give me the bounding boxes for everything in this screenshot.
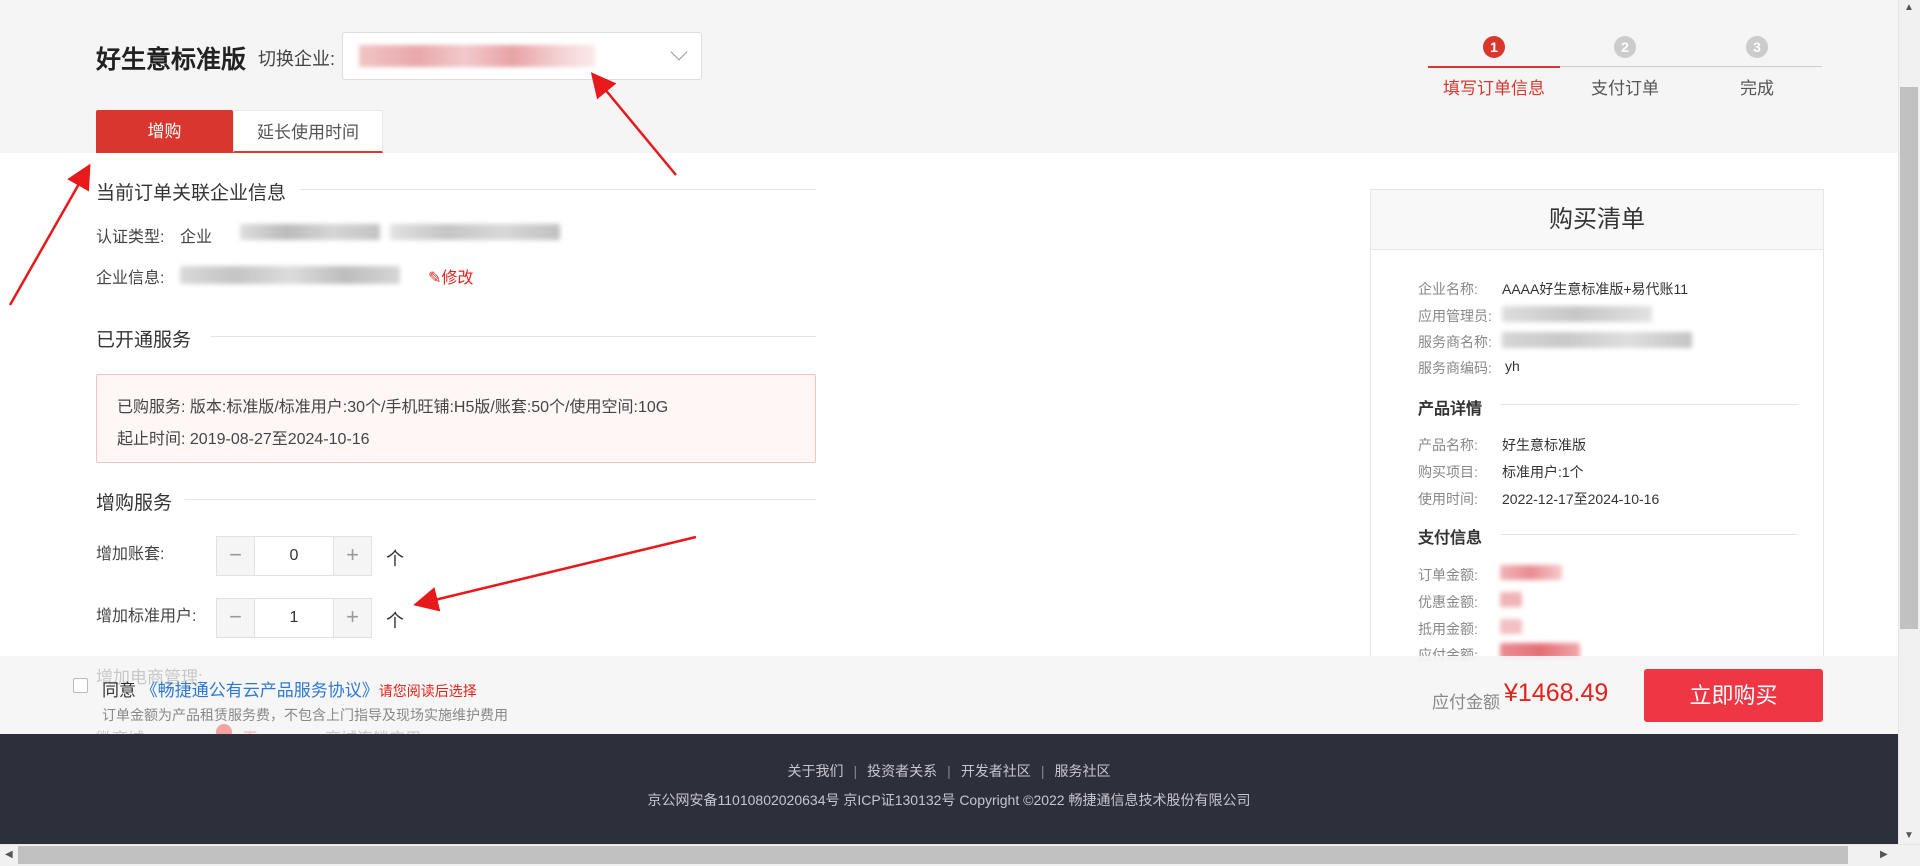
- pencil-icon: ✎: [428, 270, 442, 287]
- addon-label: 增加标准用户:: [96, 608, 197, 625]
- service-period: 起止时间: 2019-08-27至2024-10-16: [117, 431, 370, 448]
- addon-label: 增加账套:: [96, 546, 165, 563]
- step-number: 2: [1614, 36, 1636, 58]
- cart-key: 使用时间:: [1418, 491, 1478, 507]
- plus-button[interactable]: +: [333, 599, 371, 637]
- cart-key: 应用管理员:: [1418, 308, 1492, 324]
- arrow-to-user-stepper: [413, 535, 697, 612]
- payable-amount: ¥1468.49: [1504, 679, 1609, 707]
- purchased-services: 已购服务: 版本:标准版/标准用户:30个/手机旺铺:H5版/账套:50个/使用…: [117, 399, 669, 416]
- cart-key: 企业名称:: [1418, 281, 1478, 297]
- agreement-warning: 请您阅读后选择: [378, 683, 477, 699]
- divider: [300, 189, 816, 190]
- services-box: 已购服务: 版本:标准版/标准用户:30个/手机旺铺:H5版/账套:50个/使用…: [96, 374, 816, 463]
- step-label: 支付订单: [1591, 79, 1659, 98]
- pay-info-title: 支付信息: [1418, 530, 1483, 547]
- edit-link[interactable]: ✎修改: [428, 264, 473, 288]
- redacted-amount: [1500, 592, 1522, 607]
- cart-key: 购买项目:: [1418, 464, 1478, 480]
- company-info-title: 当前订单关联企业信息: [96, 183, 287, 204]
- services-title: 已开通服务: [96, 330, 192, 351]
- step-fill-order: 1 填写订单信息: [1429, 36, 1559, 99]
- company-info-label: 企业信息:: [96, 270, 165, 287]
- agree-checkbox[interactable]: [73, 678, 88, 693]
- step-label: 完成: [1740, 79, 1774, 98]
- payable-label: 应付金额: [1432, 693, 1500, 712]
- auth-type-label: 认证类型:: [96, 229, 165, 246]
- redacted-text: [180, 266, 400, 284]
- divider: [1500, 404, 1798, 405]
- addon-title: 增购服务: [96, 493, 173, 514]
- horizontal-scroll-thumb[interactable]: [18, 846, 1848, 864]
- divider: [185, 499, 816, 500]
- redacted-text: [1502, 306, 1652, 322]
- step-number: 1: [1483, 36, 1505, 58]
- buy-now-button[interactable]: 立即购买: [1644, 669, 1823, 722]
- footer-copyright: 京公网安备11010802020634号 京ICP证130132号 Copyri…: [647, 792, 1251, 808]
- plus-button[interactable]: +: [333, 537, 371, 575]
- scroll-down-icon[interactable]: ▼: [1904, 830, 1914, 841]
- footer: [0, 734, 1898, 844]
- footer-links: 关于我们 | 投资者关系 | 开发者社区 | 服务社区: [787, 763, 1111, 779]
- divider: [1500, 534, 1798, 535]
- unit-label: 个: [386, 611, 404, 631]
- purchase-list-title: 购买清单: [1371, 190, 1823, 250]
- redacted-text: [240, 224, 380, 240]
- minus-button[interactable]: −: [217, 537, 255, 575]
- stepper-value[interactable]: 1: [255, 599, 333, 637]
- cart-key: 订单金额:: [1418, 567, 1478, 583]
- arrow-to-buy-tab: [8, 163, 91, 306]
- footer-link-service[interactable]: 服务社区: [1054, 763, 1110, 779]
- vertical-scroll-thumb[interactable]: [1900, 87, 1918, 629]
- cart-value: yh: [1505, 358, 1520, 374]
- pricing-note: 订单金额为产品租赁服务费，不包含上门指导及现场实施维护费用: [102, 707, 508, 723]
- brand-title: 好生意标准版: [96, 46, 247, 74]
- redacted-text: [1502, 332, 1692, 348]
- unit-label: 个: [386, 549, 404, 569]
- purchase-list-card: [1370, 189, 1824, 659]
- cart-value: AAAA好生意标准版+易代账11: [1502, 281, 1689, 297]
- tab-extend-time[interactable]: 延长使用时间: [233, 110, 383, 153]
- chevron-down-icon: [670, 43, 688, 61]
- footer-link-investors[interactable]: 投资者关系: [867, 763, 937, 779]
- scroll-right-icon[interactable]: ▶: [1880, 849, 1888, 860]
- standard-user-stepper[interactable]: − 1 +: [216, 598, 372, 638]
- edit-label: 修改: [441, 270, 474, 287]
- step-complete: 3 完成: [1692, 36, 1822, 99]
- cart-key: 服务商编码:: [1418, 360, 1492, 376]
- cart-key: 优惠金额:: [1418, 594, 1478, 610]
- company-name-redacted: [359, 45, 595, 67]
- cart-value: 2022-12-17至2024-10-16: [1502, 491, 1660, 507]
- agree-label: 同意: [102, 681, 136, 700]
- redacted-text: [390, 224, 560, 240]
- footer-link-developers[interactable]: 开发者社区: [961, 763, 1031, 779]
- agreement-text: 同意 《畅捷通公有云产品服务协议》请您阅读后选择: [102, 676, 477, 701]
- agreement-link[interactable]: 《畅捷通公有云产品服务协议》: [141, 681, 379, 700]
- cart-key: 服务商名称:: [1418, 334, 1492, 350]
- cart-value: 好生意标准版: [1502, 437, 1586, 453]
- cart-key: 抵用金额:: [1418, 621, 1478, 637]
- redacted-amount: [1500, 619, 1522, 634]
- step-pay-order: 2 支付订单: [1560, 36, 1690, 99]
- scroll-left-icon[interactable]: ◀: [5, 849, 13, 860]
- divider: [210, 336, 816, 337]
- footer-link-about[interactable]: 关于我们: [788, 763, 844, 779]
- step-label: 填写订单信息: [1443, 79, 1545, 98]
- auth-type-value: 企业: [180, 229, 213, 246]
- redacted-amount: [1500, 565, 1562, 580]
- stepper-value[interactable]: 0: [255, 537, 333, 575]
- cart-key: 产品名称:: [1418, 437, 1478, 453]
- scroll-up-icon[interactable]: ▲: [1904, 2, 1914, 13]
- product-detail-title: 产品详情: [1418, 401, 1483, 418]
- switch-company-label: 切换企业:: [258, 49, 336, 69]
- tab-buy[interactable]: 增购: [96, 110, 233, 153]
- company-select[interactable]: [342, 32, 702, 80]
- cart-value: 标准用户:1个: [1502, 464, 1584, 480]
- minus-button[interactable]: −: [217, 599, 255, 637]
- account-set-stepper[interactable]: − 0 +: [216, 536, 372, 576]
- step-number: 3: [1746, 36, 1768, 58]
